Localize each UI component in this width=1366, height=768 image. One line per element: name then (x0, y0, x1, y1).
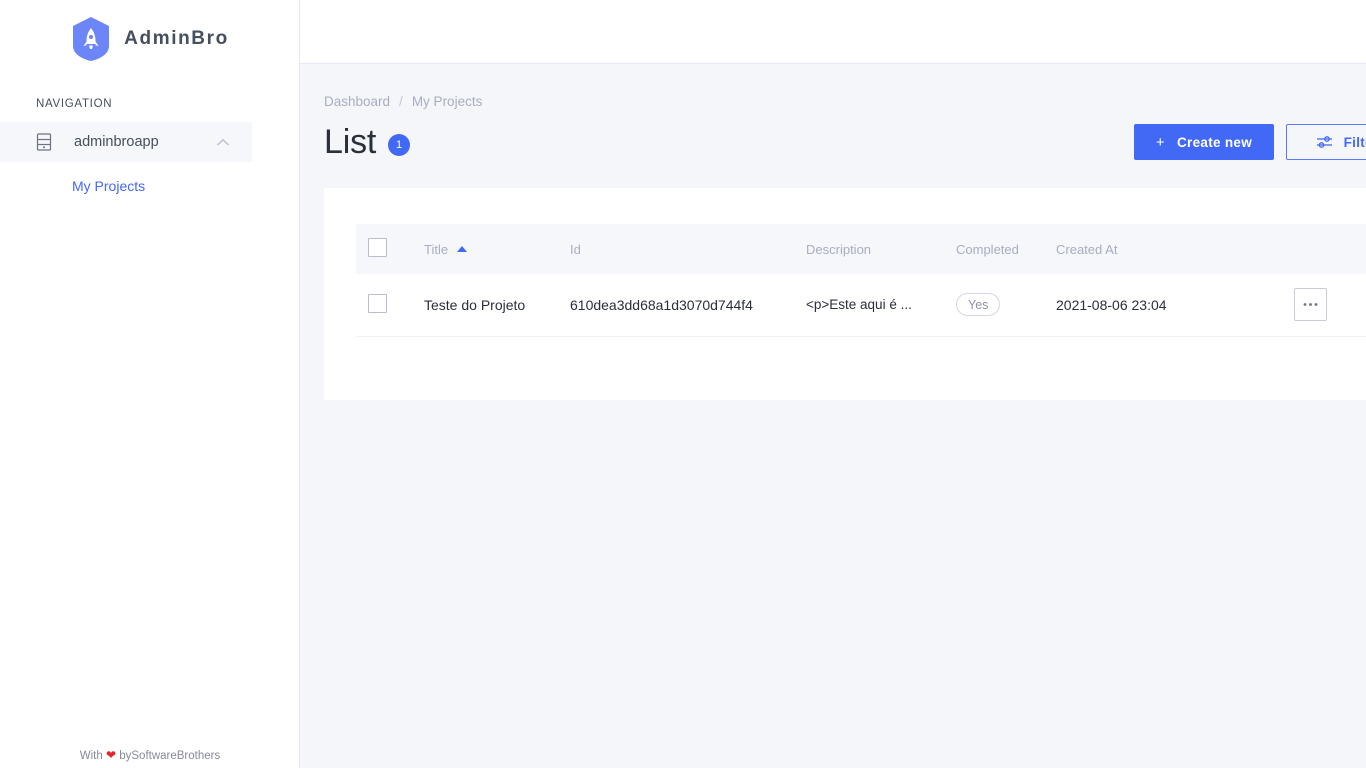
sidebar-section-label: NAVIGATION (36, 98, 113, 110)
sidebar: AdminBro NAVIGATION adminbroapp My Proje… (0, 0, 300, 768)
plus-icon: + (1155, 133, 1165, 151)
row-actions-menu-button[interactable] (1294, 288, 1327, 322)
select-all-header (356, 224, 424, 274)
rocket-hexagon-icon (73, 17, 110, 61)
record-count-badge: 1 (388, 134, 411, 156)
page-header: List 1 + Create new Filter (324, 120, 1366, 164)
create-new-label: Create new (1176, 134, 1252, 150)
footer-prefix: With (79, 750, 103, 762)
row-checkbox[interactable] (368, 293, 387, 313)
create-new-button[interactable]: + Create new (1133, 124, 1274, 160)
cell-completed: Yes (956, 274, 1056, 336)
server-rack-icon (36, 133, 52, 151)
column-header-title[interactable]: Title (424, 224, 570, 274)
cell-created-at: 2021-08-06 23:04 (1056, 296, 1167, 313)
sidebar-item-my-projects[interactable]: My Projects (72, 178, 145, 194)
cell-actions (1256, 274, 1366, 336)
sidebar-item-adminbroapp[interactable]: adminbroapp (0, 122, 252, 162)
column-header-actions (1256, 224, 1366, 274)
table-body: Teste do Projeto 610dea3dd68a1d3070d744f… (356, 274, 1366, 336)
page-title: List (324, 122, 377, 161)
brand-name: AdminBro (124, 28, 229, 49)
sidebar-item-label: adminbroapp (74, 134, 159, 150)
footer-suffix: bySoftwareBrothers (119, 750, 221, 762)
column-header-completed[interactable]: Completed (956, 224, 1056, 274)
records-table: Title Id Description Completed Created A… (356, 224, 1366, 337)
records-card: Title Id Description Completed Created A… (324, 188, 1366, 400)
filter-sliders-icon (1316, 136, 1332, 148)
column-header-id[interactable]: Id (570, 224, 806, 274)
cell-title[interactable]: Teste do Projeto (424, 274, 570, 336)
breadcrumb-item-dashboard[interactable]: Dashboard (324, 94, 390, 109)
brand-logo[interactable]: AdminBro (0, 0, 299, 72)
cell-id: 610dea3dd68a1d3070d744f4 (570, 296, 753, 313)
table-head: Title Id Description Completed Created A… (356, 224, 1366, 274)
row-select-cell (356, 274, 424, 336)
filter-button[interactable]: Filter (1286, 124, 1366, 160)
column-header-description[interactable]: Description (806, 224, 956, 274)
breadcrumb-separator: / (399, 94, 403, 109)
sidebar-footer: With ❤ bySoftwareBrothers (0, 748, 300, 762)
sort-ascending-icon (457, 246, 468, 252)
header-actions: + Create new Filter (1133, 124, 1366, 160)
column-label-title: Title (424, 241, 449, 257)
admin-panel: AdminBro NAVIGATION adminbroapp My Proje… (0, 0, 1366, 768)
heart-icon: ❤ (105, 748, 117, 762)
top-bar (300, 0, 1366, 64)
main-area: Dashboard / My Projects List 1 + Create … (300, 0, 1366, 768)
column-header-created-at[interactable]: Created At (1056, 224, 1256, 274)
select-all-checkbox[interactable] (368, 238, 387, 257)
status-badge: Yes (956, 293, 1001, 317)
filter-label: Filter (1343, 134, 1366, 150)
content-area: Dashboard / My Projects List 1 + Create … (300, 64, 1366, 768)
table-row[interactable]: Teste do Projeto 610dea3dd68a1d3070d744f… (356, 274, 1366, 336)
ellipsis-icon (1303, 303, 1318, 307)
table-header-row: Title Id Description Completed Created A… (356, 224, 1366, 274)
breadcrumb: Dashboard / My Projects (324, 94, 1366, 109)
breadcrumb-item-my-projects[interactable]: My Projects (412, 94, 483, 109)
cell-description: <p>Este aqui é ... (806, 297, 912, 313)
chevron-up-icon[interactable] (216, 138, 230, 147)
